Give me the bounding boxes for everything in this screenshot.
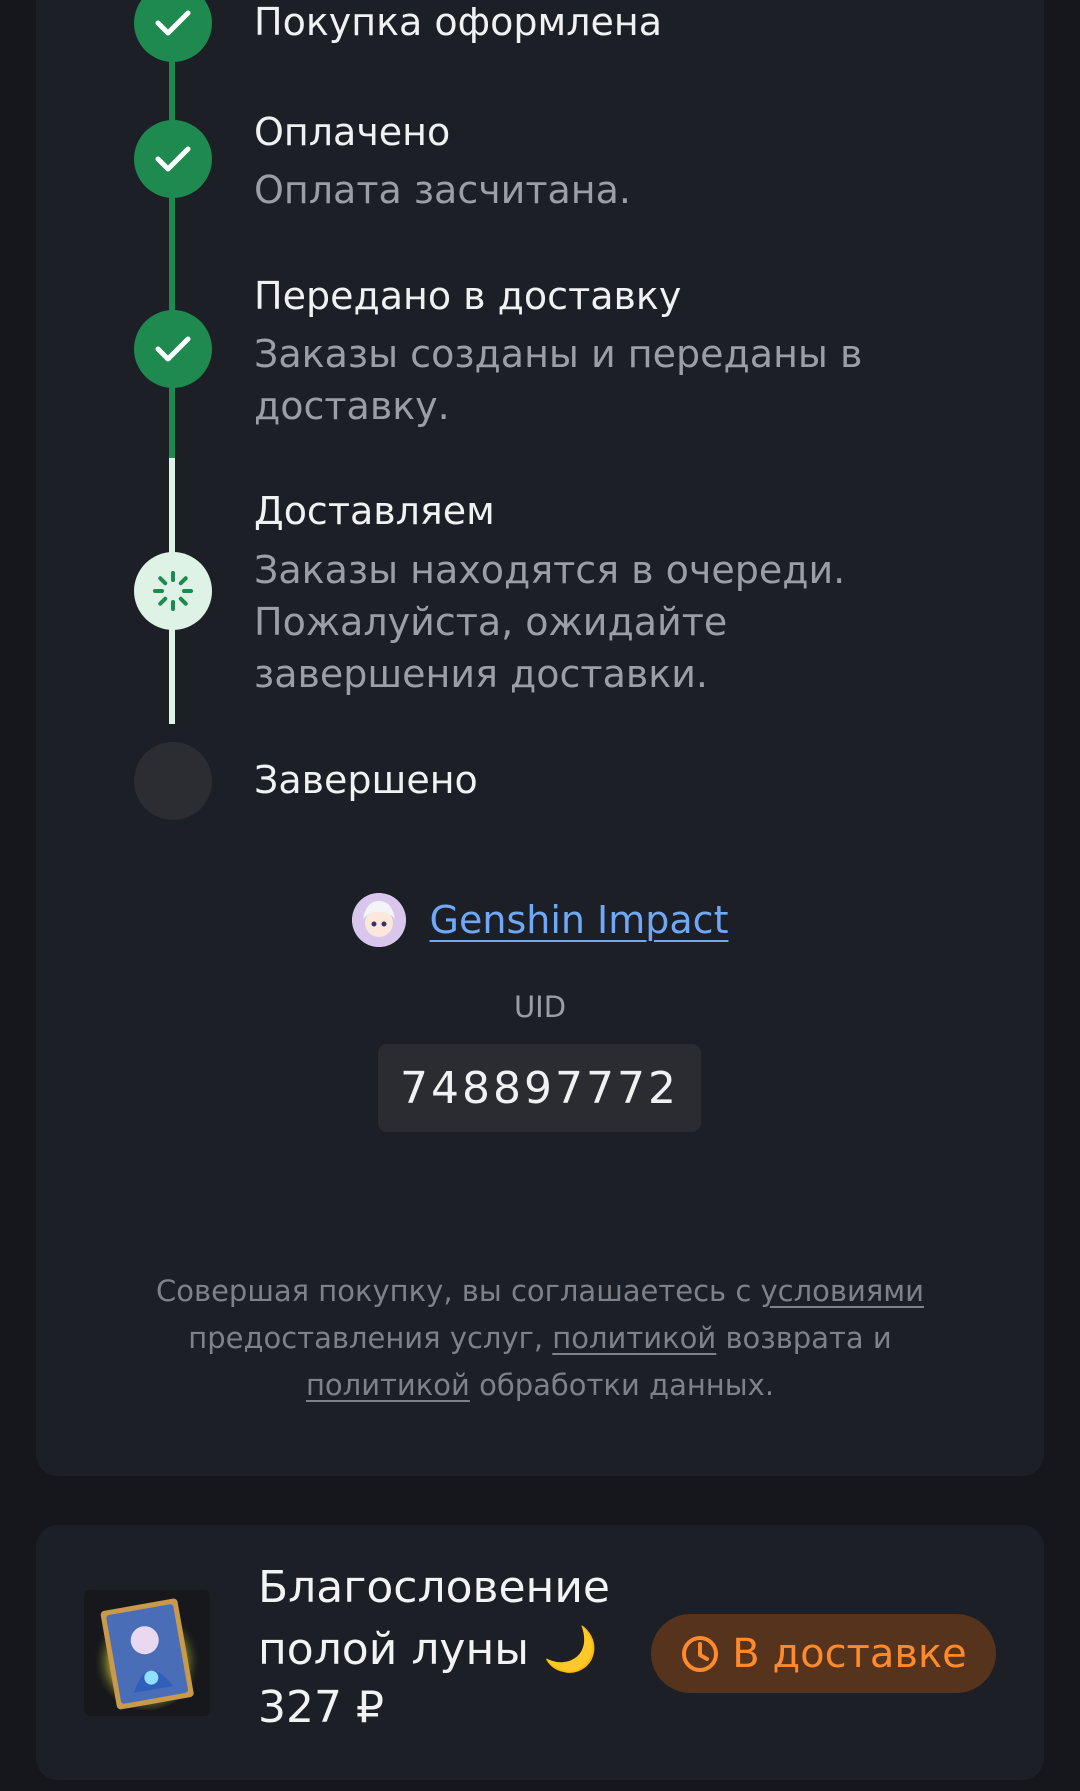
step-2-check-icon <box>134 120 212 198</box>
step-3-description: Заказы созданы и переданы в доставку. <box>254 332 863 428</box>
step-4-description: Заказы находятся в очереди. Пожалуйста, … <box>254 548 846 696</box>
terms-text-part: возврата и <box>716 1321 892 1355</box>
clock-icon <box>682 1635 719 1672</box>
progress-rail-done <box>169 20 175 480</box>
terms-text-part: Совершая покупку, вы соглашаетесь с <box>156 1274 761 1308</box>
terms-text: Совершая покупку, вы соглашаетесь с усло… <box>110 1268 970 1409</box>
step-4-spinner-icon <box>134 552 212 630</box>
privacy-policy-link[interactable]: политикой <box>306 1368 470 1402</box>
terms-of-service-link[interactable]: условиями <box>761 1274 925 1308</box>
step-4-title: Доставляем <box>254 489 495 533</box>
delivery-status-label: В доставке <box>732 1630 967 1677</box>
uid-label: UID <box>513 990 567 1024</box>
step-2-description: Оплата засчитана. <box>254 168 631 212</box>
terms-text-part: предоставления услуг, <box>188 1321 553 1355</box>
order-status-card <box>36 0 1044 1476</box>
step-5-empty-circle-icon <box>134 742 212 820</box>
step-3-title: Передано в доставку <box>254 274 682 318</box>
game-link[interactable]: Genshin Impact <box>430 898 729 942</box>
step-3-check-icon <box>134 310 212 388</box>
uid-value[interactable]: 748897772 <box>378 1044 701 1132</box>
product-thumbnail <box>84 1590 210 1716</box>
product-name: Благословение полой луны 🌙 <box>258 1562 610 1675</box>
product-price: 327 ₽ <box>258 1682 384 1733</box>
step-5-title: Завершено <box>254 758 478 802</box>
terms-text-part: обработки данных. <box>469 1368 775 1402</box>
game-avatar-icon <box>351 893 406 947</box>
game-row: Genshin Impact <box>0 891 1080 949</box>
refund-policy-link[interactable]: политикой <box>552 1321 716 1355</box>
delivery-status-badge: В доставке <box>651 1614 996 1693</box>
step-1-title: Покупка оформлена <box>254 0 662 44</box>
step-2-title: Оплачено <box>254 110 451 154</box>
